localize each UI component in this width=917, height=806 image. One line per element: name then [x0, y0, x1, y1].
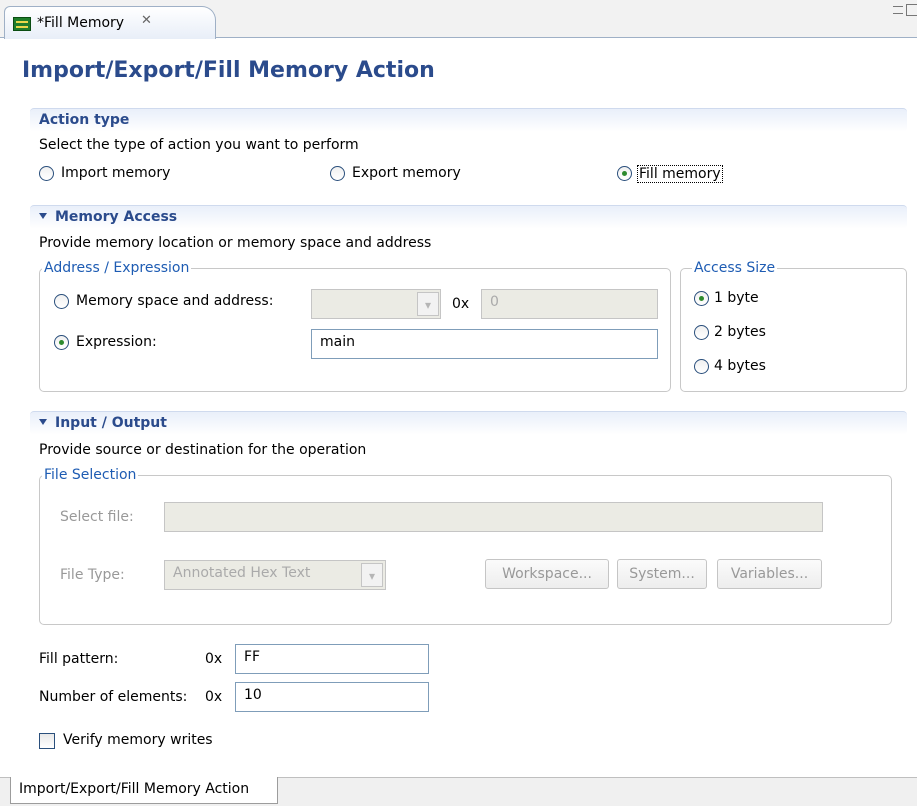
- import-memory-label: Import memory: [61, 165, 171, 181]
- number-of-elements-field[interactable]: 10: [235, 682, 429, 712]
- fill-memory-label: Fill memory: [637, 165, 723, 183]
- access-size-4-bytes-radio[interactable]: 4 bytes: [694, 358, 804, 378]
- memory-space-combo[interactable]: ▾: [311, 289, 441, 319]
- memory-access-title: Memory Access: [39, 209, 177, 225]
- radio-selected-icon: [617, 166, 632, 181]
- input-output-header[interactable]: Input / Output: [30, 411, 907, 435]
- file-type-label: File Type:: [60, 567, 125, 583]
- maximize-icon[interactable]: [906, 4, 917, 16]
- fill-pattern-hex-prefix: 0x: [205, 651, 223, 667]
- expression-label: Expression:: [76, 334, 157, 350]
- file-type-value: Annotated Hex Text: [173, 565, 311, 581]
- access-size-label: 1 byte: [714, 290, 759, 306]
- action-type-description: Select the type of action you want to pe…: [39, 137, 359, 153]
- access-size-2-bytes-radio[interactable]: 2 bytes: [694, 324, 804, 344]
- radio-selected-icon: [694, 291, 709, 306]
- export-memory-label: Export memory: [352, 165, 461, 181]
- fill-pattern-field[interactable]: FF: [235, 644, 429, 674]
- number-of-elements-hex-prefix: 0x: [205, 689, 223, 705]
- chevron-down-icon: ▾: [417, 292, 439, 316]
- editor-tab[interactable]: *Fill Memory ✕: [4, 6, 216, 39]
- action-type-title: Action type: [39, 112, 130, 128]
- radio-icon: [54, 294, 69, 309]
- access-size-legend: Access Size: [692, 260, 778, 276]
- memory-space-radio[interactable]: Memory space and address:: [54, 293, 314, 313]
- memory-chip-icon: [13, 17, 31, 31]
- checkbox-icon: [39, 733, 55, 749]
- collapse-triangle-icon: [39, 213, 47, 219]
- verify-memory-writes-checkbox[interactable]: Verify memory writes: [39, 732, 259, 752]
- radio-icon: [694, 359, 709, 374]
- bottom-page-tab[interactable]: Import/Export/Fill Memory Action: [10, 777, 278, 804]
- file-type-combo[interactable]: Annotated Hex Text ▾: [164, 560, 386, 590]
- export-memory-radio[interactable]: Export memory: [330, 165, 530, 185]
- access-size-label: 4 bytes: [714, 358, 766, 374]
- fill-pattern-label: Fill pattern:: [39, 651, 119, 667]
- memory-access-description: Provide memory location or memory space …: [39, 235, 432, 251]
- chevron-down-icon: ▾: [361, 563, 383, 587]
- radio-icon: [39, 166, 54, 181]
- minimize-icon[interactable]: [893, 6, 903, 14]
- input-output-description: Provide source or destination for the op…: [39, 442, 367, 458]
- address-expression-legend: Address / Expression: [42, 260, 192, 276]
- select-file-field[interactable]: [164, 502, 823, 532]
- access-size-1-byte-radio[interactable]: 1 byte: [694, 290, 804, 310]
- file-selection-group: [39, 475, 892, 625]
- radio-icon: [330, 166, 345, 181]
- workspace-button[interactable]: Workspace...: [485, 559, 609, 589]
- file-selection-legend: File Selection: [42, 467, 139, 483]
- fill-memory-radio[interactable]: Fill memory: [617, 165, 747, 185]
- memory-space-label: Memory space and address:: [76, 293, 274, 309]
- address-hex-prefix: 0x: [452, 296, 470, 312]
- variables-button[interactable]: Variables...: [717, 559, 822, 589]
- collapse-triangle-icon: [39, 419, 47, 425]
- radio-icon: [694, 325, 709, 340]
- import-memory-radio[interactable]: Import memory: [39, 165, 239, 185]
- radio-selected-icon: [54, 335, 69, 350]
- action-type-header: Action type: [30, 108, 907, 132]
- system-button[interactable]: System...: [617, 559, 707, 589]
- close-icon[interactable]: ✕: [141, 13, 152, 28]
- address-field[interactable]: 0: [481, 289, 658, 319]
- verify-memory-writes-label: Verify memory writes: [63, 732, 213, 748]
- expression-radio[interactable]: Expression:: [54, 334, 254, 354]
- expression-field[interactable]: main: [311, 329, 658, 359]
- select-file-label: Select file:: [60, 509, 134, 525]
- access-size-label: 2 bytes: [714, 324, 766, 340]
- input-output-title: Input / Output: [39, 415, 167, 431]
- memory-access-header[interactable]: Memory Access: [30, 205, 907, 229]
- number-of-elements-label: Number of elements:: [39, 689, 188, 705]
- editor-tab-title: *Fill Memory: [37, 15, 125, 31]
- page-title: Import/Export/Fill Memory Action: [22, 58, 435, 83]
